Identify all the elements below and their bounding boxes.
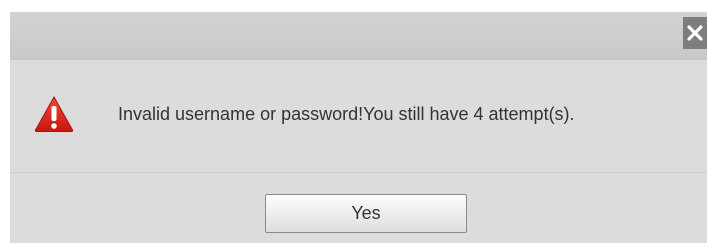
error-message: Invalid username or password!You still h… (118, 104, 575, 124)
warning-triangle-icon (34, 95, 74, 132)
close-button[interactable] (683, 17, 707, 49)
close-icon (687, 25, 703, 41)
error-dialog: Invalid username or password!You still h… (10, 12, 707, 243)
yes-button[interactable]: Yes (265, 194, 467, 233)
dialog-title-bar (10, 12, 707, 60)
dialog-footer: Yes (10, 172, 707, 243)
dialog-body: Invalid username or password!You still h… (10, 60, 707, 172)
